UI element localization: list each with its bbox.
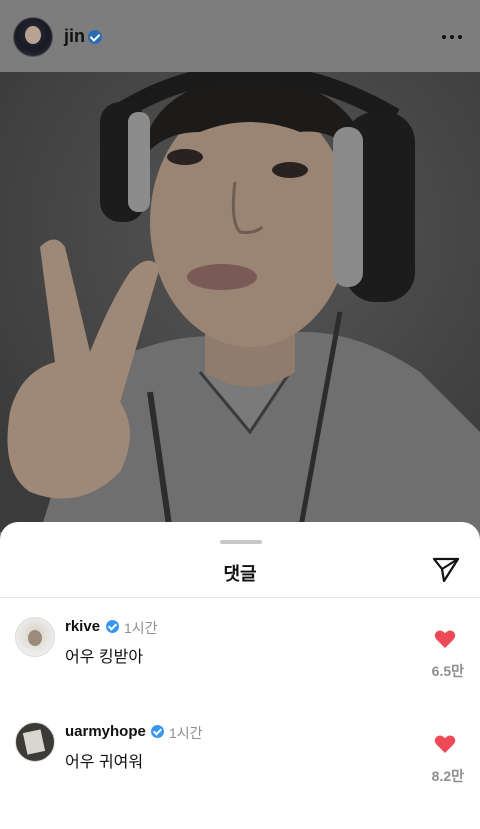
comment-username[interactable]: rkive: [65, 618, 100, 635]
comment-item: uarmyhope 1시간 어우 귀여워 8.2만: [0, 722, 480, 812]
post-author-avatar[interactable]: [13, 17, 53, 57]
comment-text: 어우 귀여워: [65, 754, 144, 771]
avatar[interactable]: [15, 722, 55, 762]
post-author-username[interactable]: jin: [64, 26, 85, 47]
verified-badge-icon: [106, 620, 119, 633]
comment-item: rkive 1시간 어우 킹받아 6.5만: [0, 617, 480, 707]
like-count: 6.5만: [431, 663, 464, 679]
comment-timestamp: 1시간: [169, 725, 203, 741]
comment-timestamp: 1시간: [124, 620, 158, 636]
post-photo[interactable]: [0, 72, 480, 532]
post-photo-image: [0, 72, 480, 532]
verified-badge-icon: [151, 725, 164, 738]
paper-plane-icon[interactable]: [432, 557, 460, 583]
sheet-drag-handle[interactable]: [220, 540, 262, 544]
comment-text: 어우 킹받아: [65, 649, 144, 666]
heart-icon[interactable]: [434, 629, 456, 649]
like-count: 8.2만: [431, 768, 464, 784]
sheet-title: 댓글: [223, 564, 257, 584]
comments-sheet: 댓글 rkive 1시간 어우 킹받아 6.5만 uarmyhope 1시간 어…: [0, 522, 480, 829]
sheet-divider: [0, 597, 480, 598]
verified-badge-icon: [88, 30, 102, 44]
avatar[interactable]: [15, 617, 55, 657]
more-options-icon[interactable]: [442, 35, 462, 39]
heart-icon[interactable]: [434, 734, 456, 754]
post-header: jin: [0, 0, 480, 72]
comment-username[interactable]: uarmyhope: [65, 723, 146, 740]
